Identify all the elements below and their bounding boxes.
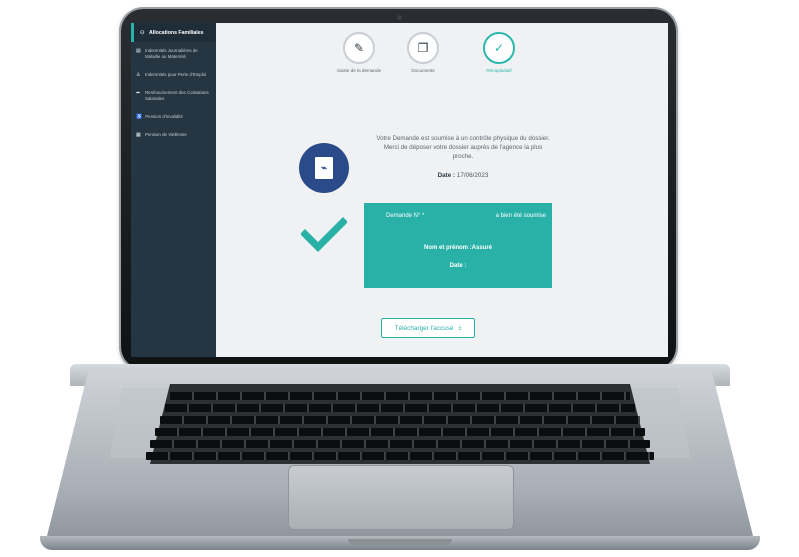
step-label: Documents bbox=[411, 68, 435, 73]
download-icon: ⤓ bbox=[458, 324, 462, 331]
key-row bbox=[170, 392, 630, 400]
sidebar-item-invalidite[interactable]: ♿ Pension d'Invalidité bbox=[131, 108, 216, 126]
laptop-lid: ⚇ Allocations Familiales ▤ Indemnités Jo… bbox=[121, 9, 676, 369]
success-check-icon bbox=[301, 217, 347, 252]
share-icon: ➦ bbox=[136, 90, 141, 96]
receipt-demande-status: a bien été soumise bbox=[495, 213, 546, 219]
step-saisie[interactable]: ✎ Saisie de la demande bbox=[329, 32, 389, 74]
key-row bbox=[155, 428, 645, 436]
sidebar-item-label: Remboursement des Cotisations Salariales bbox=[145, 90, 209, 101]
sidebar-item-label: Indemnités Journalières de Maladie ou Ma… bbox=[145, 48, 198, 59]
key-row bbox=[165, 404, 635, 412]
download-button-label: Télécharger l'accusé bbox=[394, 324, 454, 332]
sidebar-item-indemnites-maladie[interactable]: ▤ Indemnités Journalières de Maladie ou … bbox=[131, 42, 216, 66]
sidebar-item-vieillesse[interactable]: ▦ Pension de Vieillesse bbox=[131, 126, 216, 144]
receipt-date-label: Date : bbox=[449, 263, 467, 269]
document-icon: ▤ bbox=[136, 48, 141, 54]
sidebar-item-label: Indemnités pour Perte d'Emploi bbox=[145, 72, 207, 77]
wheelchair-icon: ♿ bbox=[136, 114, 143, 120]
step-label: Saisie de la demande bbox=[336, 68, 382, 73]
confirmation-date-label: Date : bbox=[437, 172, 456, 179]
trackpad bbox=[288, 465, 514, 530]
receipt-nom-label: Nom et prénom :Assuré bbox=[423, 245, 492, 251]
check-icon: ✓ bbox=[483, 32, 515, 64]
receipt-card: Demande N° * a bien été soumise Nom et p… bbox=[364, 203, 552, 288]
person-icon: ♙ bbox=[136, 72, 141, 78]
step-label: Récapitulatif bbox=[486, 68, 512, 73]
key-row bbox=[160, 416, 640, 424]
sidebar-item-perte-emploi[interactable]: ♙ Indemnités pour Perte d'Emploi bbox=[131, 66, 216, 84]
copy-icon: ❐ bbox=[407, 32, 439, 64]
sidebar: ⚇ Allocations Familiales ▤ Indemnités Jo… bbox=[131, 23, 216, 357]
webcam bbox=[397, 15, 402, 20]
receipt-demande-label: Demande N° * bbox=[386, 213, 425, 219]
step-recapitulatif[interactable]: ✓ Récapitulatif bbox=[469, 32, 529, 74]
step-documents[interactable]: ❐ Documents bbox=[393, 32, 453, 74]
pencil-icon: ✎ bbox=[343, 32, 375, 64]
screen: ⚇ Allocations Familiales ▤ Indemnités Jo… bbox=[131, 23, 668, 357]
lid-notch bbox=[348, 539, 452, 545]
grid-icon: ▦ bbox=[136, 132, 141, 138]
confirmation-date-value: 17/06/2023 bbox=[456, 172, 489, 179]
confirmation-date: Date : 17/06/2023 bbox=[373, 172, 553, 179]
sidebar-item-allocations-familiales[interactable]: ⚇ Allocations Familiales bbox=[131, 23, 216, 42]
sidebar-header-label: Allocations Familiales bbox=[149, 30, 204, 36]
sidebar-item-label: Pension de Vieillesse bbox=[145, 132, 187, 137]
sidebar-item-label: Pension d'Invalidité bbox=[145, 114, 183, 119]
pdf-badge: ⌁ bbox=[299, 143, 349, 193]
receipt-demande-row: Demande N° * a bien été soumise bbox=[386, 213, 546, 219]
pdf-icon: ⌁ bbox=[315, 157, 333, 179]
family-icon: ⚇ bbox=[140, 30, 145, 36]
key-row bbox=[146, 452, 654, 460]
sidebar-item-remboursement[interactable]: ➦ Remboursement des Cotisations Salarial… bbox=[131, 84, 216, 108]
download-receipt-button[interactable]: Télécharger l'accusé ⤓ bbox=[381, 318, 475, 338]
key-row bbox=[150, 440, 650, 448]
confirmation-message: Votre Demande est soumise à un contrôle … bbox=[376, 135, 550, 160]
